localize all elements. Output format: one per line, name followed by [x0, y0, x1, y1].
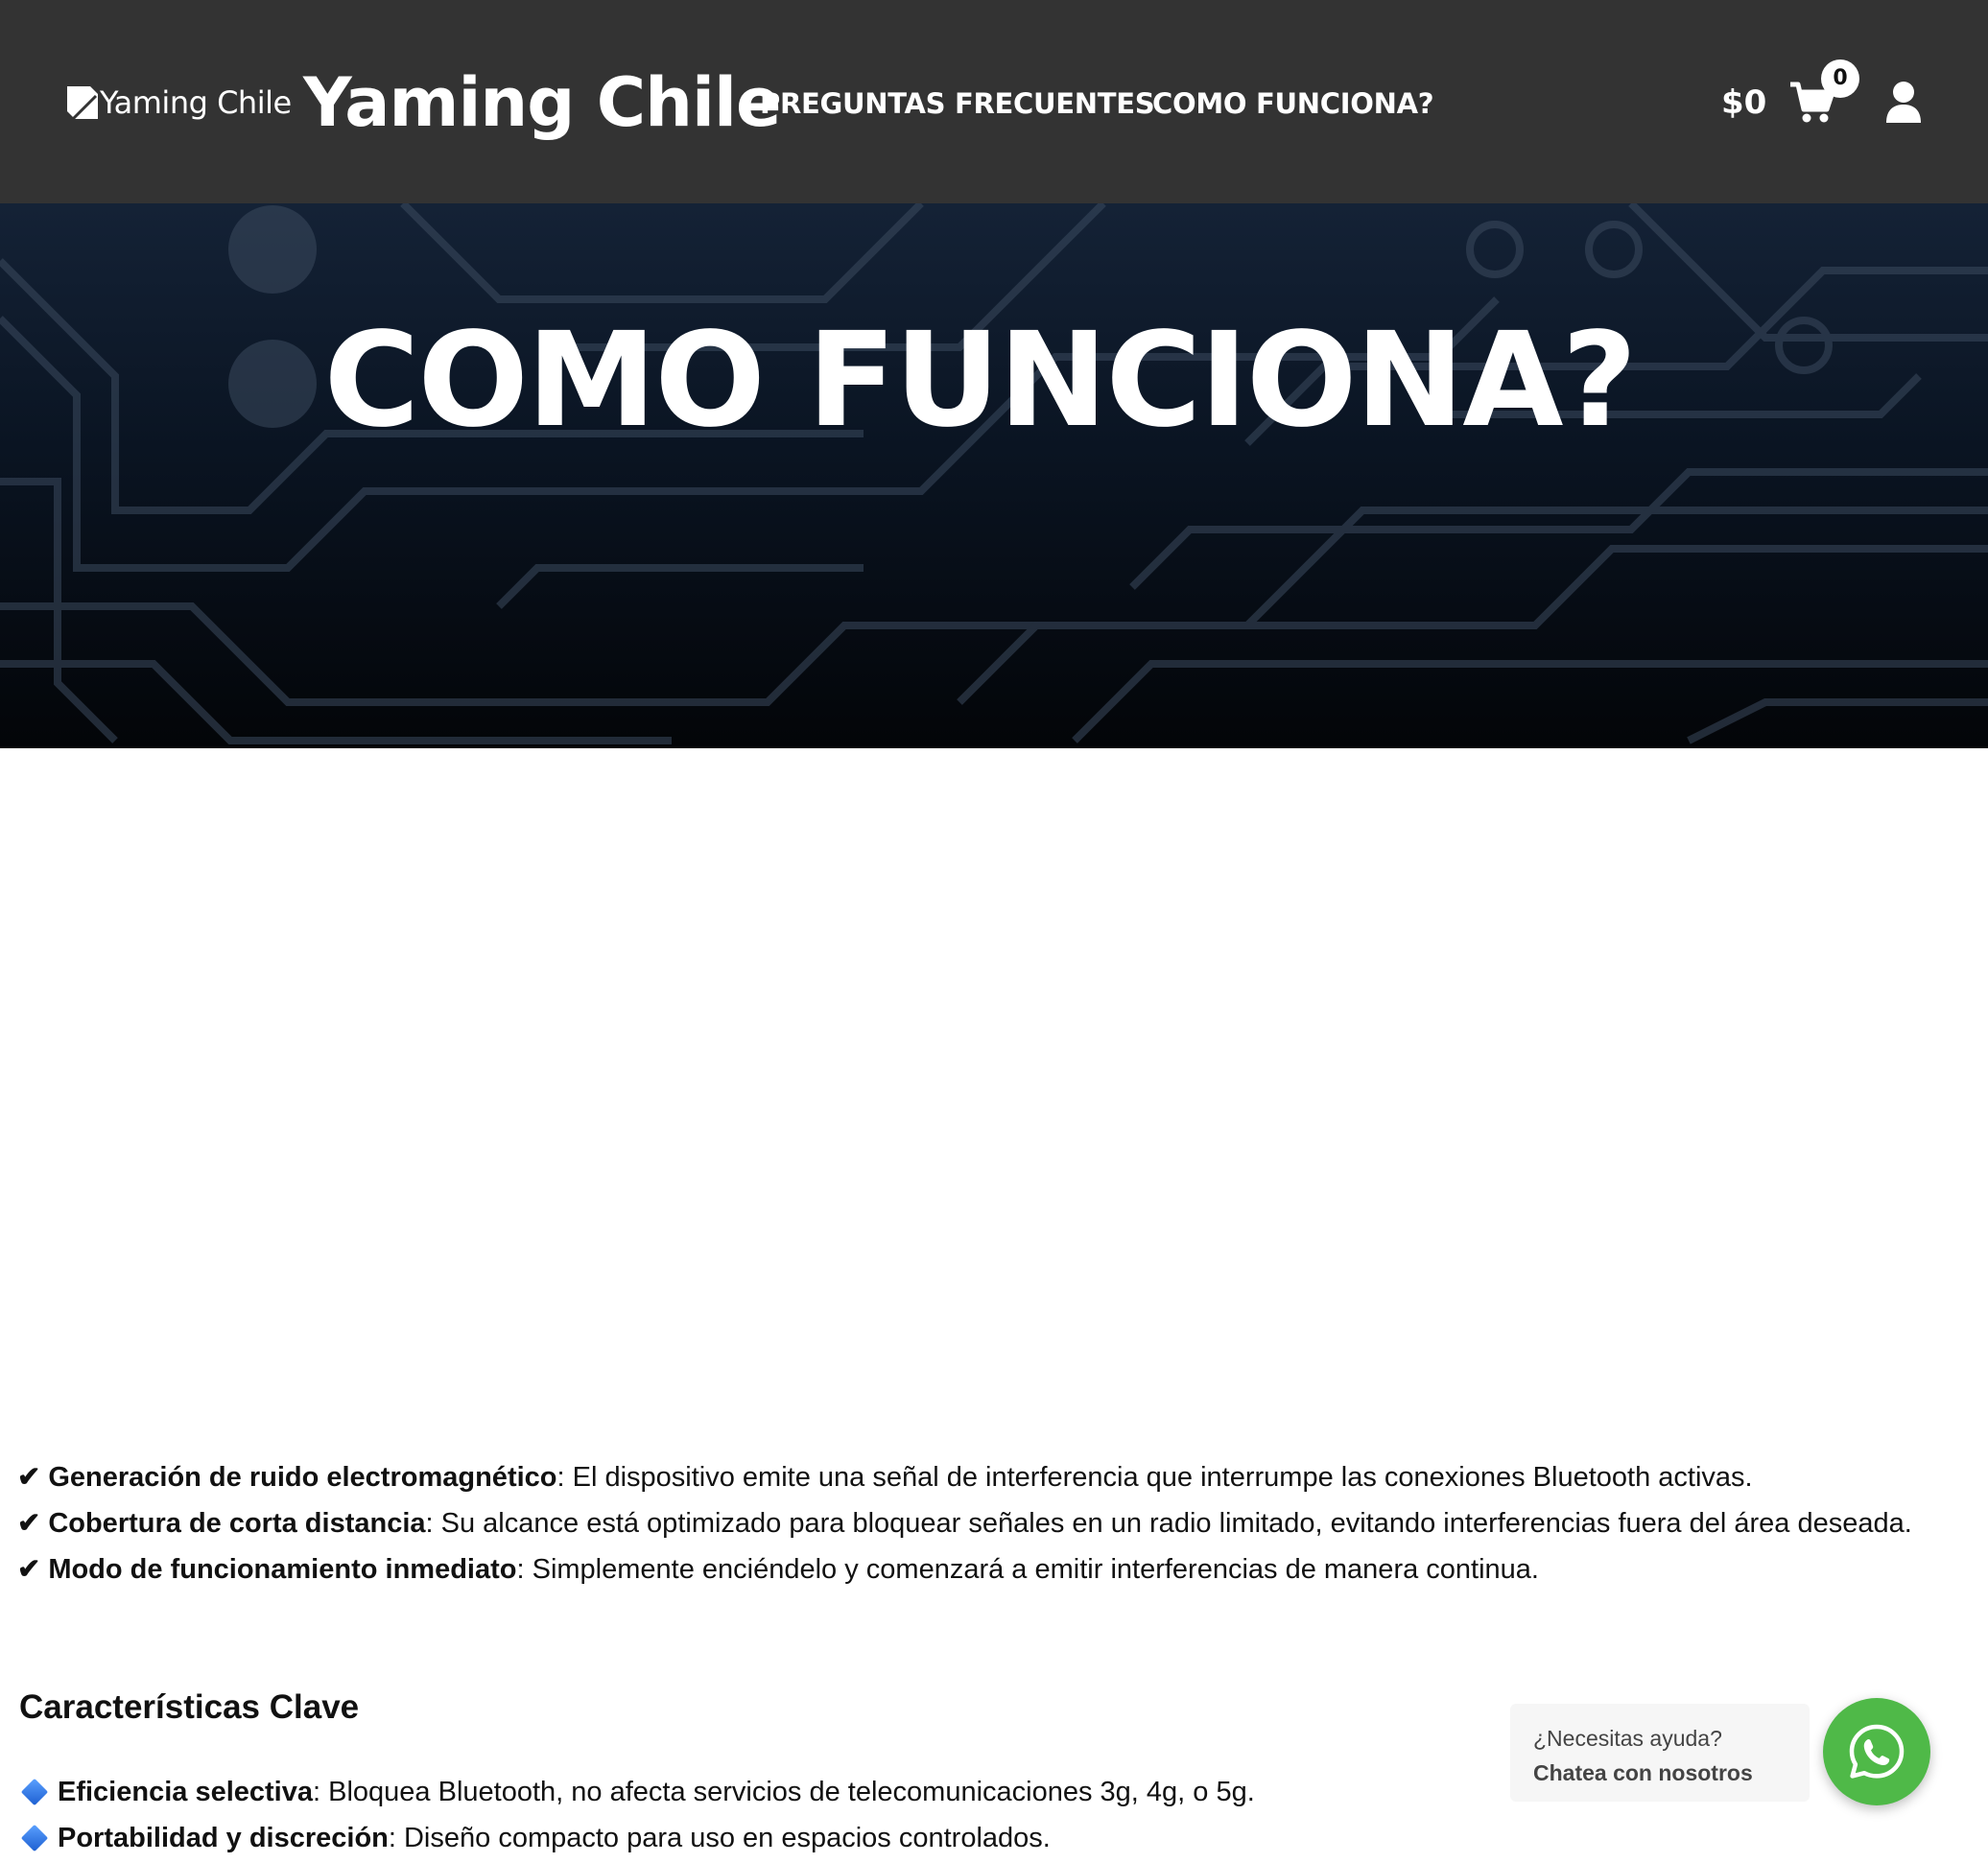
check-icon: ✔	[17, 1554, 41, 1585]
key-feature-item: Portabilidad y discreción: Diseño compac…	[20, 1815, 1460, 1861]
feature-item: ✔ Modo de funcionamiento inmediato: Simpl…	[17, 1546, 1975, 1592]
feature-text: : Su alcance está optimizado para bloque…	[425, 1508, 1912, 1539]
user-icon[interactable]	[1884, 81, 1923, 123]
nav-item-como-funciona[interactable]: COMO FUNCIONA?	[1152, 83, 1434, 125]
feature-list: ✔ Generación de ruido electromagnético: E…	[17, 1454, 1975, 1592]
feature-text: : El dispositivo emite una señal de inte…	[556, 1462, 1753, 1493]
hero-banner: COMO FUNCIONA?	[0, 203, 1988, 748]
check-icon: ✔	[17, 1462, 41, 1493]
site-logo[interactable]: Yaming Chile	[67, 84, 292, 121]
feature-title: Generación de ruido electromagnético	[48, 1462, 557, 1493]
circuit-background	[0, 203, 1988, 744]
feature-title: Cobertura de corta distancia	[48, 1508, 426, 1539]
check-icon: ✔	[17, 1508, 41, 1539]
key-feature-item: Eficiencia selectiva: Bloquea Bluetooth,…	[20, 1769, 1460, 1815]
site-title[interactable]: Yaming Chile	[303, 59, 781, 146]
key-feature-title: Eficiencia selectiva	[58, 1777, 313, 1807]
feature-item: ✔ Cobertura de corta distancia: Su alcanc…	[17, 1500, 1975, 1546]
cart-total[interactable]: $0	[1721, 81, 1766, 125]
cart-count-badge: 0	[1821, 59, 1859, 98]
nav-item-preguntas-frecuentes[interactable]: PREGUNTAS FRECUENTES	[760, 83, 1155, 125]
feature-text: : Simplemente enciéndelo y comenzará a e…	[516, 1554, 1539, 1585]
chat-line-help: ¿Necesitas ayuda?	[1533, 1726, 1722, 1751]
blue-diamond-icon	[20, 1824, 49, 1852]
site-header: Yaming Chile Yaming Chile PREGUNTAS FREC…	[0, 0, 1988, 203]
whatsapp-icon	[1849, 1724, 1905, 1779]
feature-title: Modo de funcionamiento inmediato	[48, 1554, 517, 1585]
key-feature-text: : Diseño compacto para uso en espacios c…	[388, 1823, 1051, 1853]
logo-alt-text: Yaming Chile	[100, 84, 292, 121]
whatsapp-chat-button[interactable]	[1823, 1698, 1930, 1805]
key-feature-text: : Bloquea Bluetooth, no afecta servicios…	[313, 1777, 1255, 1807]
chat-prompt-bubble[interactable]: ¿Necesitas ayuda? Chatea con nosotros	[1510, 1704, 1810, 1802]
key-features-list: Eficiencia selectiva: Bloquea Bluetooth,…	[20, 1769, 1460, 1861]
key-feature-title: Portabilidad y discreción	[58, 1823, 389, 1853]
section-title-caracteristicas: Características Clave	[19, 1688, 360, 1726]
feature-item: ✔ Generación de ruido electromagnético: E…	[17, 1454, 1975, 1500]
broken-image-icon	[67, 86, 98, 119]
chat-line-cta: Chatea con nosotros	[1533, 1760, 1753, 1785]
hero-title: COMO FUNCIONA?	[323, 305, 1638, 457]
blue-diamond-icon	[20, 1778, 49, 1806]
